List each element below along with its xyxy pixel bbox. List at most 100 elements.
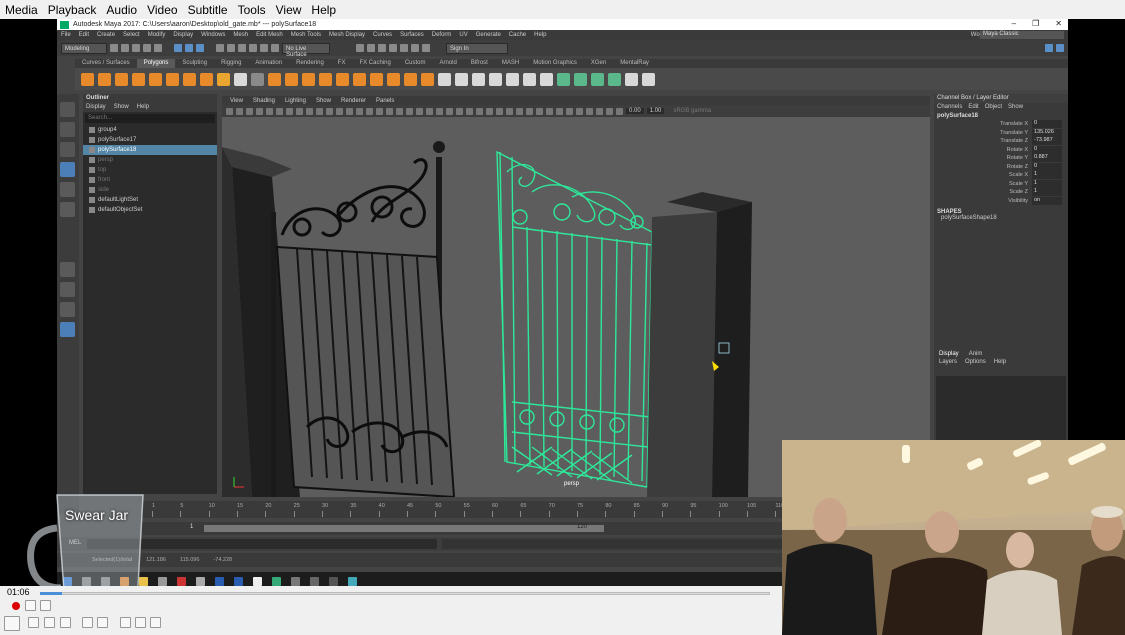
snap-curve-icon[interactable]: [227, 44, 235, 52]
shelf-tab-arnold[interactable]: Arnold: [433, 59, 464, 68]
shelf-tool-icon[interactable]: [574, 72, 587, 86]
menu-edit-mesh[interactable]: Edit Mesh: [252, 32, 287, 38]
menu-windows[interactable]: Windows: [197, 32, 229, 38]
channel-row[interactable]: Rotate Z 0: [934, 162, 1068, 172]
shelf-tab-rendering[interactable]: Rendering: [289, 59, 331, 68]
snap-view-icon[interactable]: [260, 44, 268, 52]
channel-row[interactable]: Scale Y 1: [934, 179, 1068, 189]
viewport-field-1[interactable]: 0.00: [626, 108, 644, 114]
channel-row[interactable]: Translate Z -73.987: [934, 137, 1068, 146]
shelf-tab-animation[interactable]: Animation: [248, 59, 289, 68]
maximize-button[interactable]: ❐: [1032, 19, 1039, 28]
channel-row[interactable]: Visibility on: [934, 196, 1068, 206]
shelf-tool-icon[interactable]: [642, 72, 655, 86]
time-slider[interactable]: 1 5 10 15 20 25 30 35 40 45 50 55 60 65 70 75 80 85 90 95 10…: [142, 501, 842, 518]
pause-button[interactable]: [4, 616, 20, 631]
shelf-tool-icon[interactable]: [472, 72, 485, 86]
ipr-render-icon[interactable]: [367, 44, 375, 52]
channel-value[interactable]: 0: [1032, 162, 1062, 171]
channel-menu-channels[interactable]: Channels: [937, 104, 962, 111]
shelf-tool-icon[interactable]: [98, 72, 111, 86]
single-pane-icon[interactable]: [60, 262, 75, 277]
channel-row[interactable]: Rotate X 0: [934, 145, 1068, 155]
viewport-tool-icon[interactable]: [466, 107, 473, 115]
shelf-tool-icon[interactable]: [200, 72, 213, 86]
close-button[interactable]: ✕: [1055, 19, 1062, 28]
shelf-tool-icon[interactable]: [268, 72, 281, 86]
channel-value[interactable]: 0: [1032, 145, 1062, 154]
viewport-tool-icon[interactable]: [526, 107, 533, 115]
panel-layout-icon[interactable]: [1045, 44, 1053, 52]
app-icon[interactable]: [234, 577, 243, 586]
shelf-tool-icon[interactable]: [81, 72, 94, 86]
move-tool-icon[interactable]: [60, 162, 75, 177]
layer-menu-options[interactable]: Options: [965, 359, 986, 368]
player-menu-video[interactable]: Video: [142, 3, 182, 17]
viewport-tool-icon[interactable]: [316, 107, 323, 115]
channel-row[interactable]: Scale Z 1: [934, 188, 1068, 197]
outliner-item[interactable]: polySurface17: [83, 135, 217, 145]
menu-mesh-tools[interactable]: Mesh Tools: [287, 32, 325, 38]
viewport-tool-icon[interactable]: [246, 107, 253, 115]
stop-icon[interactable]: [44, 617, 55, 628]
previous-icon[interactable]: [28, 617, 39, 628]
live-surface-field[interactable]: No Live Surface: [282, 42, 330, 58]
shelf-tool-icon[interactable]: [302, 72, 315, 86]
app-icon[interactable]: [253, 577, 262, 586]
snap-surface-icon[interactable]: [249, 44, 257, 52]
menu-mesh-display[interactable]: Mesh Display: [325, 32, 369, 38]
viewport-tool-icon[interactable]: [566, 107, 573, 115]
lasso-tool-icon[interactable]: [60, 122, 75, 137]
channel-value[interactable]: -73.987: [1032, 137, 1062, 146]
viewport-tool-icon[interactable]: [556, 107, 563, 115]
channel-menu-show[interactable]: Show: [1008, 104, 1023, 111]
viewport-tool-icon[interactable]: [416, 107, 423, 115]
render-settings-icon[interactable]: [378, 44, 386, 52]
seek-bar[interactable]: [40, 592, 770, 595]
app-icon[interactable]: [329, 577, 338, 586]
select-hierarchy-icon[interactable]: [174, 44, 182, 52]
shelf-tool-icon[interactable]: [557, 72, 570, 86]
app-icon[interactable]: [158, 577, 167, 586]
channel-menu-edit[interactable]: Edit: [968, 104, 978, 111]
shelf-tool-icon[interactable]: [149, 72, 162, 86]
channel-row[interactable]: Scale X 1: [934, 171, 1068, 180]
viewport-tool-icon[interactable]: [536, 107, 543, 115]
shelf-tool-icon[interactable]: [455, 72, 468, 86]
redo-icon[interactable]: [154, 44, 162, 52]
outliner-menu-help[interactable]: Help: [137, 104, 149, 111]
channel-value[interactable]: 1: [1032, 179, 1062, 188]
shelf-tab-rigging[interactable]: Rigging: [214, 59, 248, 68]
outliner-item[interactable]: defaultObjectSet: [83, 205, 217, 215]
app-icon[interactable]: [291, 577, 300, 586]
viewport-tool-icon[interactable]: [286, 107, 293, 115]
playblast-icon[interactable]: [411, 44, 419, 52]
viewport-tool-icon[interactable]: [256, 107, 263, 115]
range-slider[interactable]: 1 120: [142, 522, 842, 535]
save-scene-icon[interactable]: [132, 44, 140, 52]
viewport-tool-icon[interactable]: [516, 107, 523, 115]
player-menu-tools[interactable]: Tools: [233, 3, 271, 17]
layer-tab-display[interactable]: Display: [939, 351, 959, 358]
layer-tab-anim[interactable]: Anim: [969, 351, 983, 358]
minimize-button[interactable]: –: [1012, 19, 1016, 28]
viewport-tool-icon[interactable]: [366, 107, 373, 115]
fullscreen-icon[interactable]: [82, 617, 93, 628]
viewport-tool-icon[interactable]: [496, 107, 503, 115]
mode-select[interactable]: Modeling: [61, 42, 107, 54]
hypershade-icon[interactable]: [389, 44, 397, 52]
snapshot-icon[interactable]: [25, 600, 36, 611]
select-component-icon[interactable]: [196, 44, 204, 52]
paint-select-icon[interactable]: [60, 142, 75, 157]
channel-row[interactable]: Translate Y 135.026: [934, 128, 1068, 138]
menu-create[interactable]: Create: [93, 32, 119, 38]
shelf-tab-sculpting[interactable]: Sculpting: [175, 59, 214, 68]
layer-menu-layers[interactable]: Layers: [939, 359, 957, 368]
viewport-tool-icon[interactable]: [616, 107, 623, 115]
menu-select[interactable]: Select: [119, 32, 144, 38]
menu-help[interactable]: Help: [530, 32, 550, 38]
channel-value[interactable]: 0: [1032, 120, 1062, 129]
outliner-search-input[interactable]: Search...: [85, 114, 215, 123]
outliner-item[interactable]: persp: [83, 155, 217, 165]
viewport-tool-icon[interactable]: [386, 107, 393, 115]
